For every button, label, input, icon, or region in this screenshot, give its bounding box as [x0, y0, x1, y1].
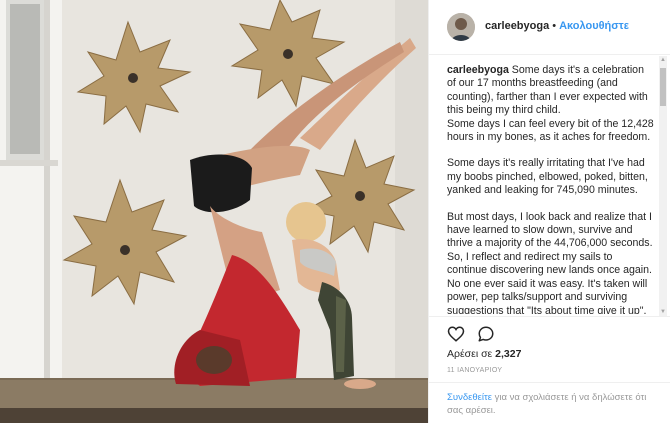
caption-paragraph: But most days, I look back and realize t…	[447, 210, 653, 314]
speech-bubble-icon-svg	[478, 326, 494, 342]
scrollbar-thumb[interactable]	[660, 68, 666, 106]
user-row: carleebyoga • Ακολουθήστε	[485, 20, 629, 32]
triangle-up-icon[interactable]: ▲	[659, 56, 667, 64]
caption: carleebyoga Some days it's a celebration…	[447, 64, 655, 314]
login-prompt-text: Συνδεθείτε για να σχολιάσετε ή να δηλώσε…	[447, 391, 647, 417]
post-photo	[0, 0, 428, 423]
username-link[interactable]: carleebyoga	[485, 20, 549, 32]
login-link[interactable]: Συνδεθείτε	[447, 392, 492, 403]
separator-dot: •	[552, 20, 557, 32]
triangle-down-icon[interactable]: ▼	[659, 308, 667, 316]
post-side-panel: carleebyoga • Ακολουθήστε carleebyoga Some…	[428, 0, 670, 423]
likes-count[interactable]: Αρέσει σε 2,327	[447, 348, 521, 360]
follow-button[interactable]: Ακολουθήστε	[559, 20, 629, 32]
likes-number: 2,327	[495, 348, 522, 360]
post-actions: Αρέσει σε 2,327 11 ΙΑΝΟΥΑΡΙΟΥ Συνδεθείτε…	[429, 316, 670, 424]
caption-username[interactable]: carleebyoga	[447, 64, 509, 76]
caption-first-paragraph: carleebyoga Some days it's a celebration…	[447, 64, 655, 144]
likes-prefix: Αρέσει σε	[447, 348, 493, 360]
caption-scrollbar[interactable]: ▲ ▼	[659, 56, 667, 316]
heart-outline-icon-svg	[447, 326, 465, 342]
caption-text: Some days I can feel every bit of the 12…	[447, 117, 654, 144]
speech-bubble-icon[interactable]	[477, 325, 495, 343]
login-prompt: Συνδεθείτε για να σχολιάσετε ή να δηλώσε…	[429, 382, 670, 425]
post-header: carleebyoga • Ακολουθήστε	[429, 0, 670, 55]
avatar[interactable]	[447, 13, 475, 41]
post-date: 11 ΙΑΝΟΥΑΡΙΟΥ	[447, 367, 503, 374]
heart-outline-icon[interactable]	[447, 325, 465, 343]
avatar-image	[447, 13, 475, 41]
post-image	[0, 0, 428, 423]
caption-paragraph: Some days it's really irritating that I'…	[447, 157, 648, 197]
